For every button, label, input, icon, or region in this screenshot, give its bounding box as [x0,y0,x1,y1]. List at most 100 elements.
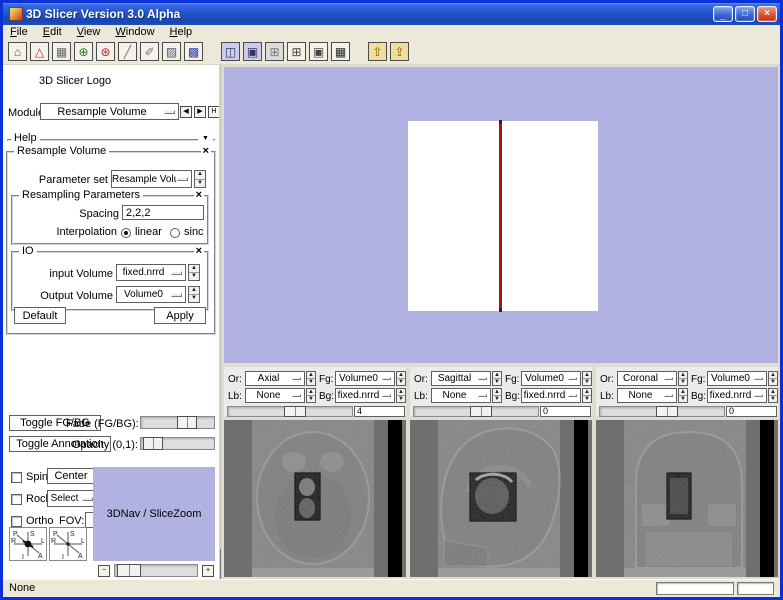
label-layer-spinner[interactable]: ▲▼ [306,388,316,403]
background-selector[interactable]: fixed.nrrd [335,388,395,403]
spin-up-icon[interactable]: ▲ [397,389,405,396]
zoom-in-icon[interactable]: + [202,565,214,577]
output-volume-spinner[interactable]: ▲ ▼ [188,286,200,303]
label-layer-selector[interactable]: None [245,388,305,403]
spin-checkbox-label[interactable]: Spin [26,471,48,483]
spin-up-icon[interactable]: ▲ [189,287,199,295]
orientation-spinner[interactable]: ▲▼ [678,371,688,386]
spin-up-icon[interactable]: ▲ [189,265,199,273]
spin-up-icon[interactable]: ▲ [769,372,777,379]
spin-down-icon[interactable]: ▼ [493,379,501,385]
slice-offset-slider[interactable] [413,406,539,417]
spin-down-icon[interactable]: ▼ [307,396,315,402]
spin-down-icon[interactable]: ▼ [189,273,199,280]
zoom-out-icon[interactable]: − [98,565,110,577]
modules-selector[interactable]: Resample Volume [40,103,179,120]
spin-up-icon[interactable]: ▲ [307,389,315,396]
interpolation-linear-radio[interactable] [121,228,131,238]
orientation-spinner[interactable]: ▲▼ [306,371,316,386]
parameter-set-spinner[interactable]: ▲ ▼ [194,170,206,188]
nav-slicezoom-view[interactable]: 3DNav / SliceZoom [93,467,215,561]
slice-offset-value[interactable]: 4 [354,406,405,417]
fade-slider-thumb[interactable] [177,416,197,429]
foreground-selector[interactable]: Volume0 [707,371,767,386]
panel-divider-sash[interactable] [220,549,221,579]
resample-volume-close-icon[interactable]: × [201,145,211,157]
label-layer-spinner[interactable]: ▲▼ [678,388,688,403]
orientation-spinner[interactable]: ▲▼ [492,371,502,386]
spin-up-icon[interactable]: ▲ [679,389,687,396]
layout-tabbed-3d-icon[interactable]: ⊞ [287,42,306,61]
slice-offset-value[interactable]: 0 [540,406,591,417]
spin-up-icon[interactable]: ▲ [583,372,591,379]
default-button[interactable]: Default [14,307,66,324]
spin-down-icon[interactable]: ▼ [769,379,777,385]
slice-offset-value[interactable]: 0 [726,406,777,417]
spin-down-icon[interactable]: ▼ [679,396,687,402]
foreground-selector[interactable]: Volume0 [335,371,395,386]
label-layer-selector[interactable]: None [431,388,491,403]
spin-up-icon[interactable]: ▲ [769,389,777,396]
spin-up-icon[interactable]: ▲ [493,389,501,396]
ruler-icon[interactable]: ╱ [118,42,137,61]
maximize-button[interactable]: □ [735,6,755,22]
close-button[interactable]: × [757,6,777,22]
select-dropdown[interactable]: Select [47,490,97,507]
spacing-input[interactable]: 2,2,2 [122,205,204,220]
interpolation-sinc-label[interactable]: sinc [184,226,204,238]
spin-up-icon[interactable]: ▲ [397,372,405,379]
background-spinner[interactable]: ▲▼ [582,388,592,403]
spin-down-icon[interactable]: ▼ [679,379,687,385]
output-volume-selector[interactable]: Volume0 [116,286,186,303]
opacity-slider[interactable] [140,437,215,450]
threed-view[interactable] [222,65,780,365]
axial-slice-view[interactable] [222,418,408,579]
spin-up-icon[interactable]: ▲ [679,372,687,379]
rock-checkbox[interactable] [11,494,22,505]
foreground-spinner[interactable]: ▲▼ [396,371,406,386]
colors-icon[interactable]: ▩ [184,42,203,61]
input-volume-spinner[interactable]: ▲ ▼ [188,264,200,281]
interpolation-sinc-radio[interactable] [170,228,180,238]
slicezoom-slider-thumb[interactable] [117,564,141,577]
slice-offset-slider[interactable] [227,406,353,417]
editor-icon[interactable]: ▨ [162,42,181,61]
layout-tabbed-slice-icon[interactable]: ▣ [309,42,328,61]
foreground-spinner[interactable]: ▲▼ [768,371,778,386]
slice-offset-thumb[interactable] [656,406,678,417]
spin-down-icon[interactable]: ▼ [493,396,501,402]
module-forward-icon[interactable]: ▶ [194,106,206,118]
spin-down-icon[interactable]: ▼ [397,396,405,402]
label-layer-spinner[interactable]: ▲▼ [492,388,502,403]
parameter-set-selector[interactable]: Resample Volume0 [111,170,192,188]
measurements-icon[interactable]: ✐ [140,42,159,61]
fade-slider[interactable] [140,416,215,429]
spin-down-icon[interactable]: ▼ [769,396,777,402]
slice-offset-thumb[interactable] [470,406,492,417]
spin-up-icon[interactable]: ▲ [493,372,501,379]
orientation-selector[interactable]: Coronal [617,371,677,386]
slice-offset-thumb[interactable] [284,406,306,417]
coronal-slice-view[interactable] [594,418,780,579]
background-spinner[interactable]: ▲▼ [768,388,778,403]
spin-down-icon[interactable]: ▼ [195,180,205,188]
interpolation-linear-label[interactable]: linear [135,226,162,238]
spin-down-icon[interactable]: ▼ [583,396,591,402]
title-bar[interactable]: 3D Slicer Version 3.0 Alpha _ □ × [3,3,780,25]
layout-four-up-icon[interactable]: ⊞ [265,42,284,61]
spin-down-icon[interactable]: ▼ [307,379,315,385]
layout-conventional-icon[interactable]: ◫ [221,42,240,61]
modules-icon[interactable]: △ [30,42,49,61]
fiducials-icon[interactable]: ⊕ [74,42,93,61]
spin-up-icon[interactable]: ▲ [307,372,315,379]
spin-checkbox[interactable] [11,472,22,483]
home-icon[interactable]: ⌂ [8,42,27,61]
help-frame-title[interactable]: Help [11,132,40,144]
menu-edit[interactable]: Edit [43,26,62,38]
spin-up-icon[interactable]: ▲ [583,389,591,396]
layout-3d-only-icon[interactable]: ▣ [243,42,262,61]
label-layer-selector[interactable]: None [617,388,677,403]
spin-up-icon[interactable]: ▲ [195,171,205,180]
load-scene-icon[interactable]: ⇪ [390,42,409,61]
orientation-selector[interactable]: Sagittal [431,371,491,386]
